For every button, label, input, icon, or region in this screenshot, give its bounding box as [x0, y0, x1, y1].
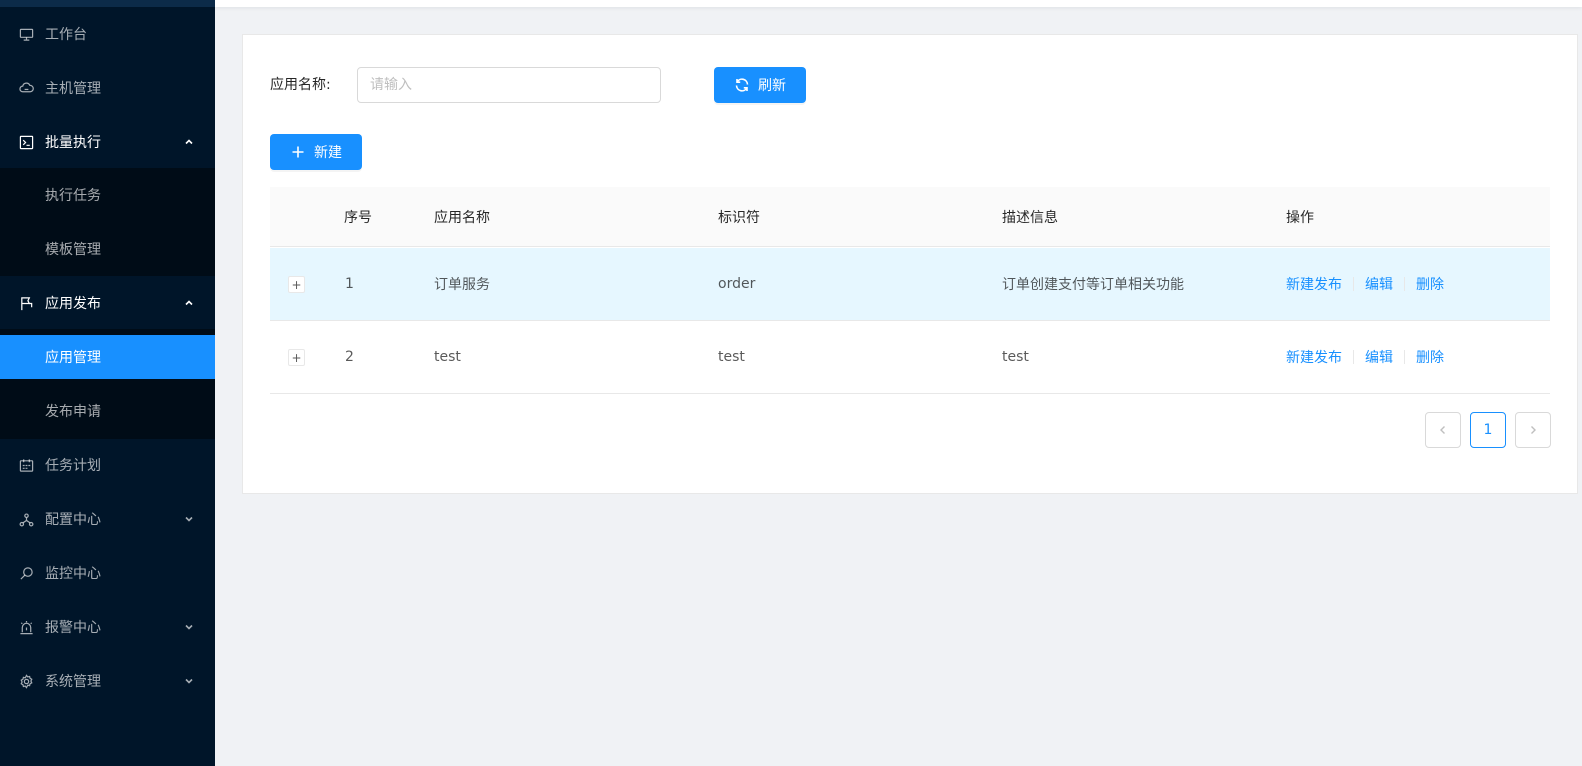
chevron-up-icon: [183, 136, 195, 148]
sidebar-item-app-manage[interactable]: 应用管理: [0, 335, 215, 379]
chevron-up-icon: [183, 297, 195, 309]
cell-key: order: [718, 276, 756, 292]
cell-desc: 订单创建支付等订单相关功能: [1002, 277, 1184, 293]
sidebar-item-exec-task[interactable]: 执行任务: [0, 173, 215, 217]
sidebar-item-batch-exec[interactable]: 批量执行: [0, 120, 215, 164]
sidebar-item-label: 发布申请: [45, 404, 101, 420]
column-header-actions: 操作: [1286, 210, 1314, 226]
sidebar-item-label: 监控中心: [45, 566, 101, 582]
table-row: + 2 test test test 新建发布 编辑 删除: [270, 321, 1550, 394]
sidebar: 工作台 主机管理 批量执行 执行任务 模板管理 应用发布 应用管理 发布申请 任…: [0, 0, 215, 766]
column-header-name: 应用名称: [434, 210, 490, 226]
sidebar-item-monitor[interactable]: 监控中心: [0, 551, 215, 595]
top-header: [215, 0, 1582, 7]
page-number-button[interactable]: 1: [1470, 412, 1506, 448]
edit-link[interactable]: 编辑: [1365, 274, 1393, 294]
setting-icon: [18, 673, 34, 689]
chevron-left-icon: [1440, 426, 1445, 434]
action-divider: [1353, 277, 1354, 291]
cell-index: 1: [345, 276, 354, 292]
refresh-button[interactable]: 刷新: [714, 67, 806, 103]
action-divider: [1353, 350, 1354, 364]
cell-name: test: [434, 349, 461, 365]
table-header: 序号 应用名称 标识符 描述信息 操作: [270, 187, 1550, 247]
chevron-right-icon: [1531, 426, 1536, 434]
sidebar-item-label: 配置中心: [45, 512, 101, 528]
sidebar-item-template[interactable]: 模板管理: [0, 227, 215, 271]
table-row: + 1 订单服务 order 订单创建支付等订单相关功能 新建发布 编辑 删除: [270, 248, 1550, 321]
sidebar-item-hosts[interactable]: 主机管理: [0, 66, 215, 110]
sidebar-item-app-release[interactable]: 应用发布: [0, 281, 215, 325]
sidebar-item-label: 工作台: [45, 27, 87, 43]
sidebar-item-label: 执行任务: [45, 188, 101, 204]
expand-row-button[interactable]: +: [288, 276, 305, 293]
sidebar-item-release-request[interactable]: 发布申请: [0, 389, 215, 433]
new-release-link[interactable]: 新建发布: [1286, 274, 1342, 294]
new-button[interactable]: 新建: [270, 134, 362, 170]
delete-link[interactable]: 删除: [1416, 274, 1444, 294]
sidebar-item-alarm[interactable]: 报警中心: [0, 605, 215, 649]
sidebar-item-schedule[interactable]: 任务计划: [0, 443, 215, 487]
new-button-label: 新建: [314, 144, 342, 160]
delete-link[interactable]: 删除: [1416, 347, 1444, 367]
cell-key: test: [718, 349, 745, 365]
column-header-desc: 描述信息: [1002, 210, 1058, 226]
app-name-search-input[interactable]: [357, 67, 661, 103]
action-divider: [1404, 350, 1405, 364]
chevron-down-icon: [183, 675, 195, 687]
cell-actions: 新建发布 编辑 删除: [1286, 248, 1444, 320]
sidebar-item-label: 系统管理: [45, 674, 101, 690]
column-header-key: 标识符: [718, 210, 760, 226]
sidebar-item-label: 任务计划: [45, 458, 101, 474]
sidebar-item-label: 模板管理: [45, 242, 101, 258]
next-page-button[interactable]: [1515, 412, 1551, 448]
desktop-icon: [18, 26, 34, 42]
sidebar-item-label: 报警中心: [45, 620, 101, 636]
chevron-down-icon: [183, 513, 195, 525]
monitor-search-icon: [18, 565, 34, 581]
sidebar-item-workbench[interactable]: 工作台: [0, 12, 215, 56]
cell-name: 订单服务: [434, 277, 490, 293]
cloud-server-icon: [18, 80, 34, 96]
code-icon: [18, 134, 34, 150]
schedule-icon: [18, 457, 34, 473]
search-label: 应用名称:: [270, 77, 331, 93]
sidebar-item-system[interactable]: 系统管理: [0, 659, 215, 703]
flag-icon: [18, 295, 34, 311]
refresh-button-label: 刷新: [758, 77, 786, 93]
cell-actions: 新建发布 编辑 删除: [1286, 321, 1444, 393]
alarm-icon: [18, 619, 34, 635]
sidebar-item-label: 应用管理: [45, 350, 101, 366]
sidebar-item-label: 应用发布: [45, 296, 101, 312]
sidebar-item-label: 主机管理: [45, 81, 101, 97]
cell-index: 2: [345, 349, 354, 365]
cell-desc: test: [1002, 349, 1029, 365]
sidebar-item-label: 批量执行: [45, 135, 101, 151]
edit-link[interactable]: 编辑: [1365, 347, 1393, 367]
sidebar-top-strip: [0, 0, 215, 7]
chevron-down-icon: [183, 621, 195, 633]
prev-page-button[interactable]: [1425, 412, 1461, 448]
reload-icon: [735, 78, 749, 92]
new-release-link[interactable]: 新建发布: [1286, 347, 1342, 367]
column-header-index: 序号: [344, 210, 372, 226]
action-divider: [1404, 277, 1405, 291]
deployment-unit-icon: [18, 511, 34, 527]
sidebar-item-config-center[interactable]: 配置中心: [0, 497, 215, 541]
expand-row-button[interactable]: +: [288, 349, 305, 366]
plus-icon: [292, 146, 304, 158]
